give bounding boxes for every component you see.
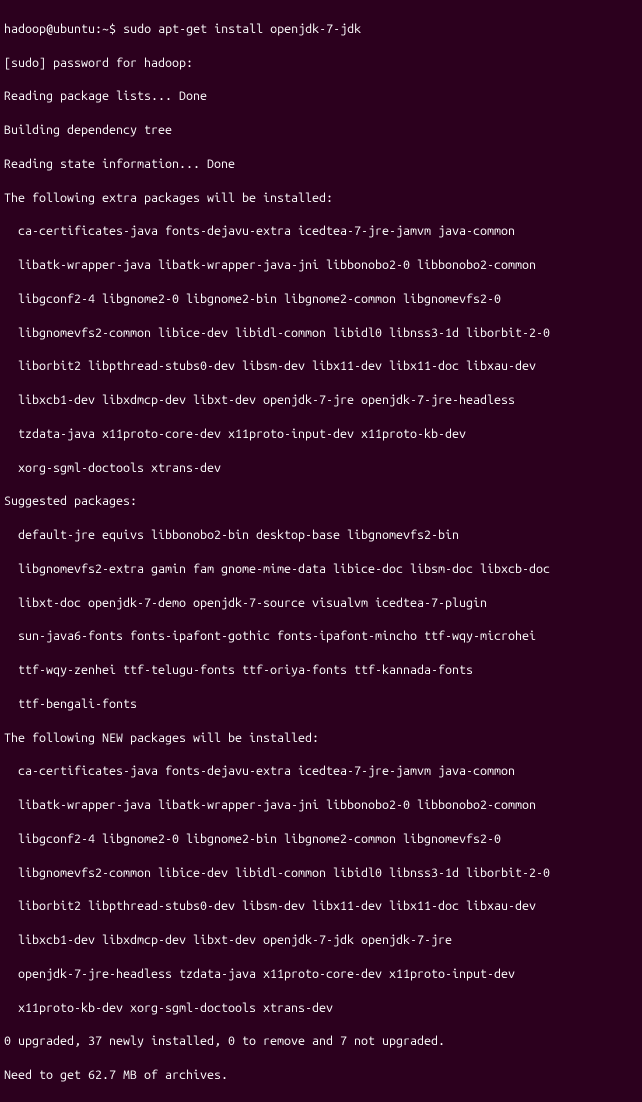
extra-packages-header: The following extra packages will be ins… <box>4 190 638 207</box>
upgrade-summary: 0 upgraded, 37 newly installed, 0 to rem… <box>4 1033 638 1050</box>
prompt-user: hadoop@ubuntu <box>4 22 95 36</box>
extra-package-line: libatk-wrapper-java libatk-wrapper-java-… <box>4 257 638 274</box>
extra-package-line: xorg-sgml-doctools xtrans-dev <box>4 460 638 477</box>
suggested-package-line: ttf-bengali-fonts <box>4 696 638 713</box>
new-package-line: liborbit2 libpthread-stubs0-dev libsm-de… <box>4 898 638 915</box>
building-dependency-tree: Building dependency tree <box>4 122 638 139</box>
suggested-package-line: sun-java6-fonts fonts-ipafont-gothic fon… <box>4 628 638 645</box>
new-package-line: ca-certificates-java fonts-dejavu-extra … <box>4 763 638 780</box>
command-text: sudo apt-get install openjdk-7-jdk <box>123 22 361 36</box>
extra-package-line: libgconf2-4 libgnome2-0 libgnome2-bin li… <box>4 291 638 308</box>
prompt-sep2: $ <box>109 22 123 36</box>
new-package-line: libgconf2-4 libgnome2-0 libgnome2-bin li… <box>4 831 638 848</box>
prompt-path: ~ <box>102 22 109 36</box>
extra-package-line: libxcb1-dev libxdmcp-dev libxt-dev openj… <box>4 392 638 409</box>
suggested-package-line: default-jre equivs libbonobo2-bin deskto… <box>4 527 638 544</box>
extra-package-line: libgnomevfs2-common libice-dev libidl-co… <box>4 325 638 342</box>
new-package-line: libatk-wrapper-java libatk-wrapper-java-… <box>4 797 638 814</box>
suggested-package-line: libgnomevfs2-extra gamin fam gnome-mime-… <box>4 561 638 578</box>
extra-package-line: tzdata-java x11proto-core-dev x11proto-i… <box>4 426 638 443</box>
extra-package-line: ca-certificates-java fonts-dejavu-extra … <box>4 223 638 240</box>
prompt-sep1: : <box>95 22 102 36</box>
suggested-package-line: ttf-wqy-zenhei ttf-telugu-fonts ttf-oriy… <box>4 662 638 679</box>
new-package-line: openjdk-7-jre-headless tzdata-java x11pr… <box>4 966 638 983</box>
suggested-packages-header: Suggested packages: <box>4 493 638 510</box>
new-packages-header: The following NEW packages will be insta… <box>4 730 638 747</box>
need-to-get: Need to get 62.7 MB of archives. <box>4 1067 638 1084</box>
new-package-line: libgnomevfs2-common libice-dev libidl-co… <box>4 865 638 882</box>
after-operation: After this operation, 113 MB of addition… <box>4 1101 638 1102</box>
sudo-password-prompt: [sudo] password for hadoop: <box>4 55 638 72</box>
prompt-line: hadoop@ubuntu:~$ sudo apt-get install op… <box>4 21 638 38</box>
reading-package-lists: Reading package lists... Done <box>4 88 638 105</box>
new-package-line: x11proto-kb-dev xorg-sgml-doctools xtran… <box>4 1000 638 1017</box>
terminal-output[interactable]: hadoop@ubuntu:~$ sudo apt-get install op… <box>4 4 638 1102</box>
reading-state: Reading state information... Done <box>4 156 638 173</box>
extra-package-line: liborbit2 libpthread-stubs0-dev libsm-de… <box>4 358 638 375</box>
new-package-line: libxcb1-dev libxdmcp-dev libxt-dev openj… <box>4 932 638 949</box>
suggested-package-line: libxt-doc openjdk-7-demo openjdk-7-sourc… <box>4 595 638 612</box>
